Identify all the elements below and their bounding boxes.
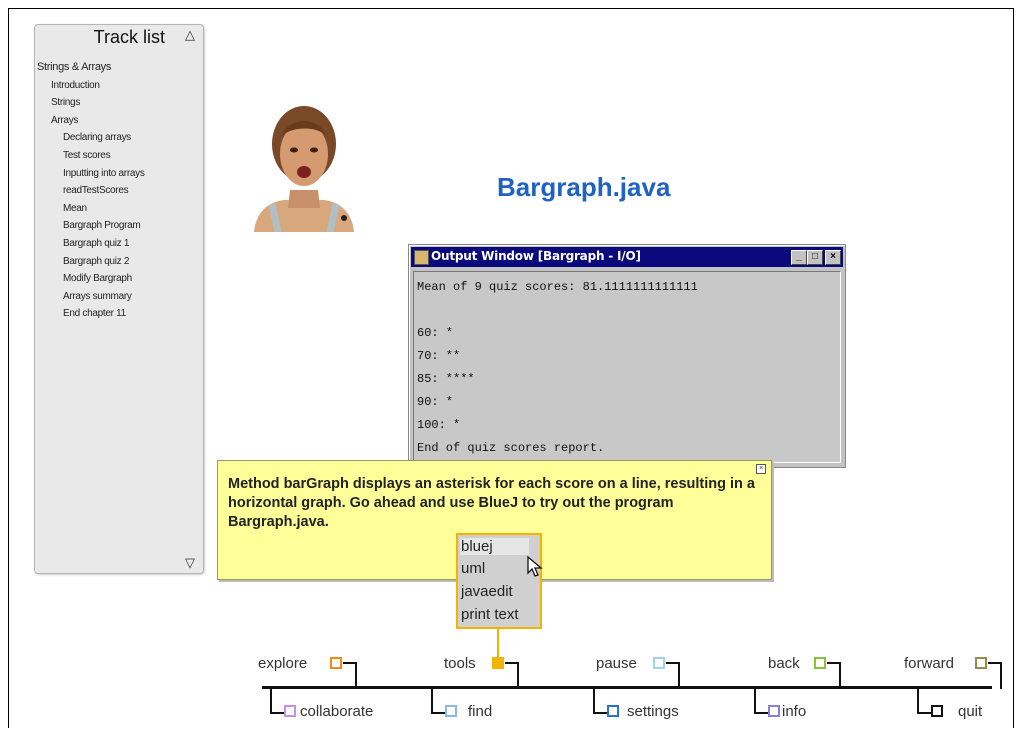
nav-explore-label: explore — [258, 655, 308, 672]
maximize-button[interactable]: □ — [807, 250, 823, 265]
track-item-bargraph-quiz-1[interactable]: Bargraph quiz 1 — [37, 235, 197, 253]
nav-settings-label: settings — [627, 703, 679, 720]
close-button[interactable]: × — [825, 250, 841, 265]
nav-connector — [593, 688, 607, 714]
nav-tools-label: tools — [444, 655, 476, 672]
track-item-strings[interactable]: Strings — [37, 94, 197, 112]
track-item-arrays[interactable]: Arrays — [37, 112, 197, 130]
track-item-test-scores[interactable]: Test scores — [37, 147, 197, 165]
output-text-area[interactable]: Mean of 9 quiz scores: 81.1111111111111 … — [413, 271, 841, 463]
track-item-readtestscores[interactable]: readTestScores — [37, 182, 197, 200]
output-line: 70: ** — [417, 349, 461, 363]
note-text: Method barGraph displays an asterisk for… — [228, 476, 755, 530]
nav-connector — [431, 688, 445, 714]
explore-box-icon[interactable] — [330, 657, 342, 669]
tools-menu-connector — [497, 629, 499, 657]
info-box-icon[interactable] — [768, 705, 780, 717]
nav-forward-label: forward — [904, 655, 955, 672]
nav-connector — [988, 662, 1002, 689]
settings-box-icon[interactable] — [607, 705, 619, 717]
track-item-mean[interactable]: Mean — [37, 200, 197, 218]
menu-item-print-text[interactable]: print text — [461, 606, 519, 623]
nav-info-label: info — [782, 703, 807, 720]
menu-item-uml[interactable]: uml — [461, 560, 485, 577]
forward-box-icon[interactable] — [975, 657, 987, 669]
output-line: 85: **** — [417, 372, 475, 386]
nav-find-label: find — [468, 703, 493, 720]
quit-box-icon[interactable] — [931, 705, 943, 717]
output-line: 90: * — [417, 395, 454, 409]
output-window-titlebar[interactable]: Output Window [Bargraph - I/O] _ □ × — [411, 247, 843, 267]
nav-connector — [827, 662, 841, 689]
tools-menu: bluej uml javaedit print text — [456, 533, 542, 629]
nav-pause-label: pause — [596, 655, 637, 672]
nav-connector — [754, 688, 768, 714]
nav-connector — [270, 688, 284, 714]
track-item-declaring-arrays[interactable]: Declaring arrays — [37, 129, 197, 147]
output-window: Output Window [Bargraph - I/O] _ □ × Mea… — [408, 244, 846, 468]
up-triangle-icon[interactable]: △ — [185, 27, 195, 43]
close-icon[interactable]: × — [756, 464, 766, 474]
track-list-panel: Track list △ Strings & Arrays Introducti… — [34, 24, 204, 574]
nav-connector — [343, 662, 357, 689]
track-item-strings-arrays[interactable]: Strings & Arrays — [37, 59, 197, 77]
nav-quit-label: quit — [958, 703, 983, 720]
menu-item-bluej[interactable]: bluej — [460, 538, 529, 555]
app-icon — [414, 250, 429, 265]
track-item-end-chapter-11[interactable]: End chapter 11 — [37, 305, 197, 323]
back-box-icon[interactable] — [814, 657, 826, 669]
output-line: Mean of 9 quiz scores: 81.1111111111111 — [417, 280, 698, 294]
track-item-bargraph-program[interactable]: Bargraph Program — [37, 217, 197, 235]
find-box-icon[interactable] — [445, 705, 457, 717]
minimize-button[interactable]: _ — [791, 250, 807, 265]
track-item-introduction[interactable]: Introduction — [37, 77, 197, 95]
pause-box-icon[interactable] — [653, 657, 665, 669]
menu-item-javaedit[interactable]: javaedit — [461, 583, 513, 600]
nav-connector — [917, 688, 931, 714]
output-line: 100: * — [417, 418, 461, 432]
track-item-modify-bargraph[interactable]: Modify Bargraph — [37, 270, 197, 288]
presenter-photo — [248, 100, 360, 232]
nav-collaborate-label: collaborate — [300, 703, 374, 720]
nav-connector — [666, 662, 680, 689]
track-item-inputting-into-arrays[interactable]: Inputting into arrays — [37, 165, 197, 183]
nav-back-label: back — [768, 655, 800, 672]
track-list-title: Track list — [93, 27, 165, 47]
collaborate-box-icon[interactable] — [284, 705, 296, 717]
mouse-cursor-icon — [527, 555, 543, 577]
track-item-bargraph-quiz-2[interactable]: Bargraph quiz 2 — [37, 253, 197, 271]
track-list-items: Strings & Arrays Introduction Strings Ar… — [37, 59, 197, 323]
output-line: 60: * — [417, 326, 454, 340]
nav-line — [262, 686, 992, 689]
down-triangle-icon[interactable]: ▽ — [185, 555, 195, 571]
output-line: End of quiz scores report. — [417, 441, 605, 455]
tools-box-icon[interactable] — [492, 657, 504, 669]
track-item-arrays-summary[interactable]: Arrays summary — [37, 288, 197, 306]
output-window-title: Output Window [Bargraph - I/O] — [431, 249, 641, 263]
slide-title: Bargraph.java — [497, 172, 671, 202]
nav-connector — [505, 662, 519, 689]
